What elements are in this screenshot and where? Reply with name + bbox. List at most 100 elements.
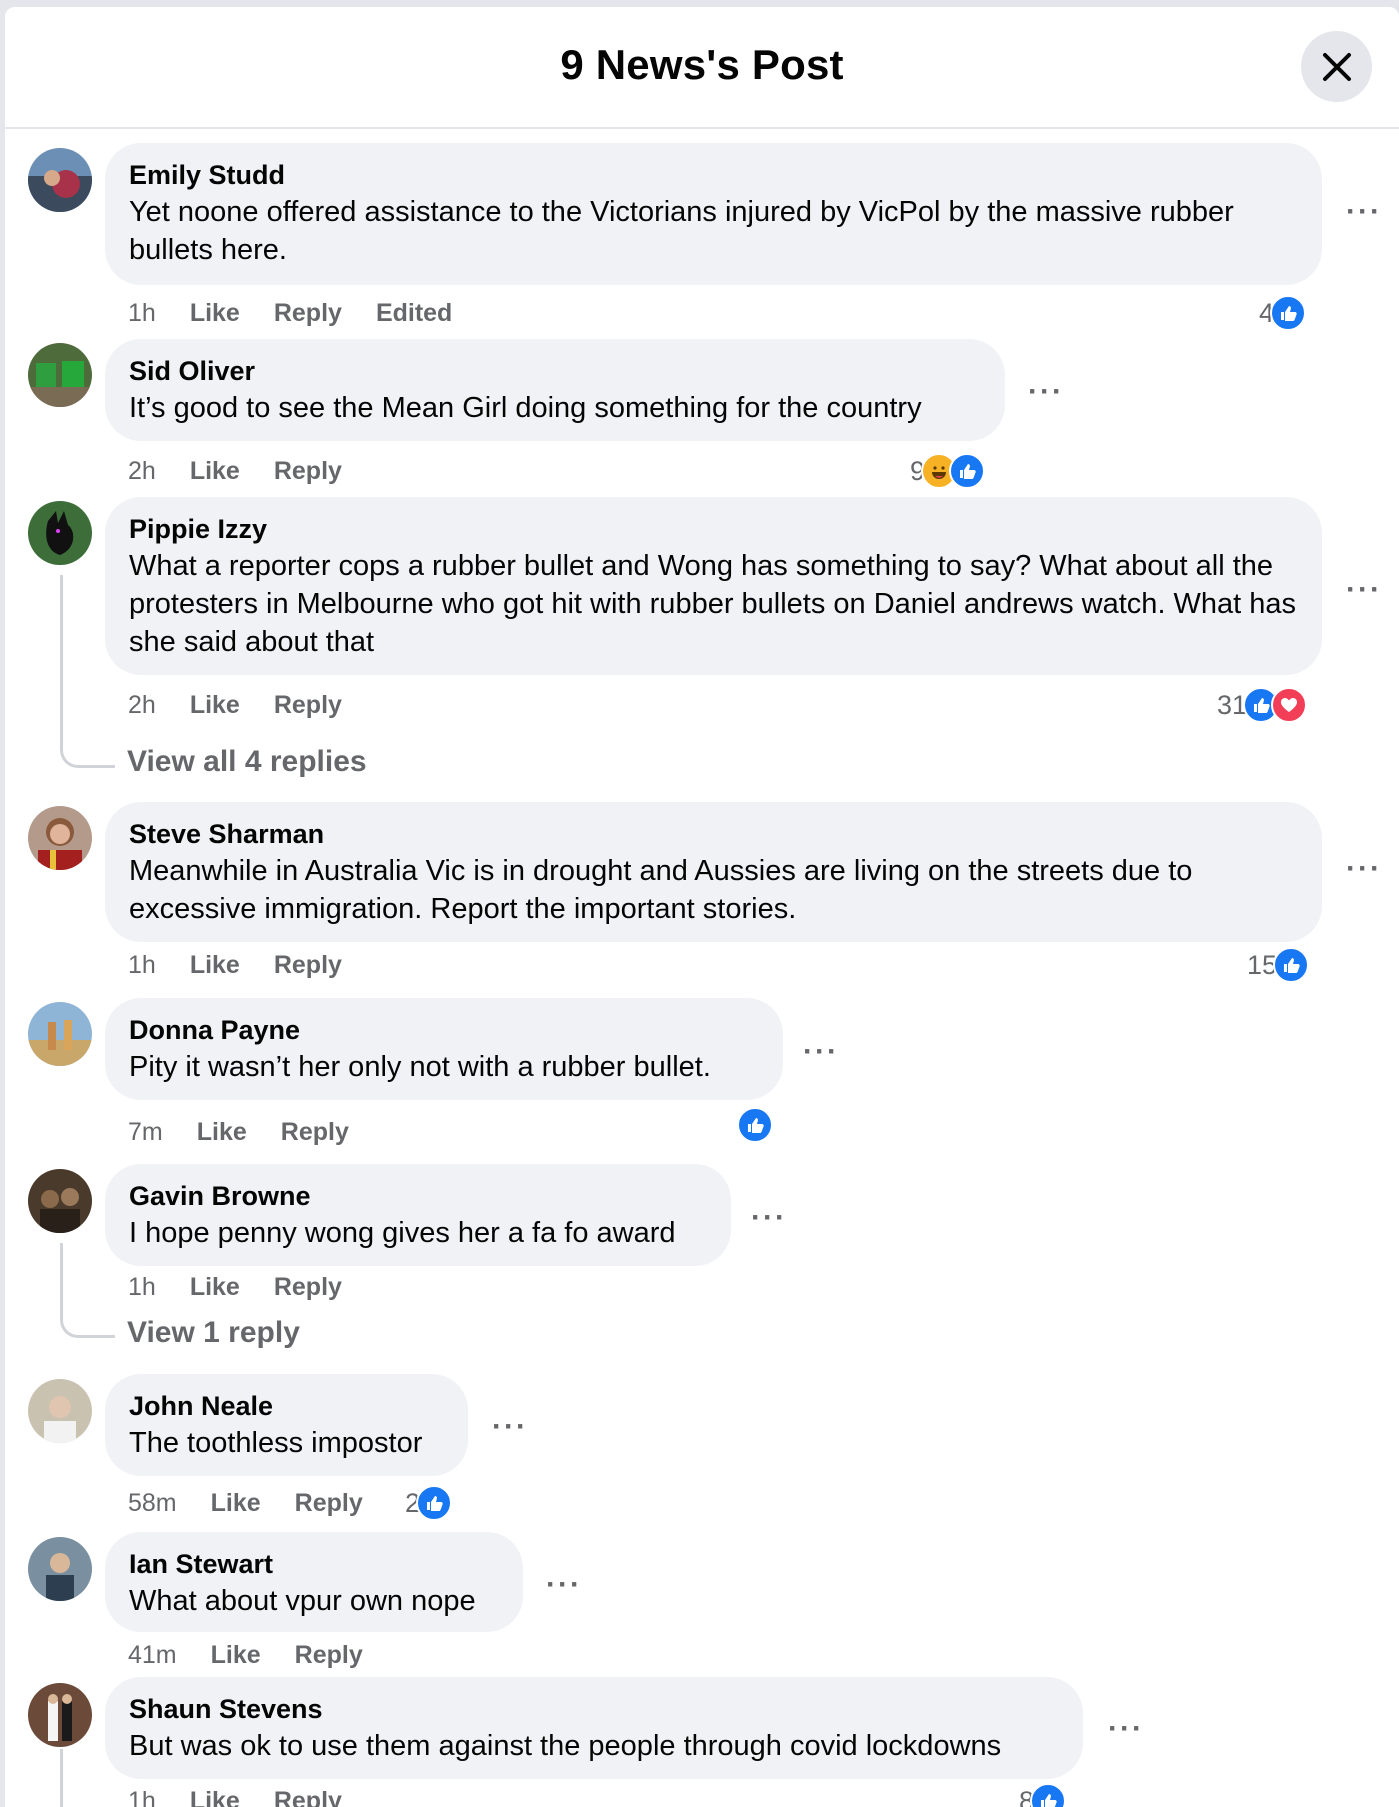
comment-text: Pity it wasn’t her only not with a rubbe… <box>129 1048 759 1086</box>
comment-author[interactable]: Shaun Stevens <box>129 1691 1059 1727</box>
comment-text: The toothless impostor <box>129 1424 444 1462</box>
avatar[interactable] <box>28 148 92 212</box>
comment-bubble: Emily Studd Yet noone offered assistance… <box>105 143 1322 285</box>
reply-button[interactable]: Reply <box>274 299 342 328</box>
like-icon <box>1030 1783 1066 1807</box>
avatar[interactable] <box>28 1002 92 1066</box>
view-replies-button[interactable]: View 1 reply <box>127 1316 300 1350</box>
comment-actions: 2h Like Reply <box>128 691 376 720</box>
like-button[interactable]: Like <box>211 1489 261 1518</box>
more-options-button[interactable]: ··· <box>1346 195 1382 229</box>
like-icon <box>949 453 985 489</box>
comment-time[interactable]: 1h <box>128 951 156 980</box>
more-options-button[interactable]: ··· <box>1346 852 1382 886</box>
comment-bubble: Steve Sharman Meanwhile in Australia Vic… <box>105 802 1322 942</box>
reply-button[interactable]: Reply <box>274 457 342 486</box>
reply-button[interactable]: Reply <box>295 1641 363 1670</box>
like-button[interactable]: Like <box>190 691 240 720</box>
more-options-button[interactable]: ··· <box>546 1568 582 1602</box>
more-options-button[interactable]: ··· <box>803 1035 839 1069</box>
comment-time[interactable]: 2h <box>128 457 156 486</box>
more-options-button[interactable]: ··· <box>1028 375 1064 409</box>
reply-button[interactable]: Reply <box>274 951 342 980</box>
like-button[interactable]: Like <box>197 1118 247 1147</box>
reaction-summary[interactable]: 8 <box>1019 1783 1066 1807</box>
comment-author[interactable]: John Neale <box>129 1388 444 1424</box>
comment-actions: 1h Like Reply <box>128 1787 376 1807</box>
reaction-summary[interactable] <box>741 1107 773 1143</box>
comment-text: But was ok to use them against the peopl… <box>129 1727 1059 1765</box>
like-button[interactable]: Like <box>190 1273 240 1302</box>
more-options-button[interactable]: ··· <box>751 1201 787 1235</box>
comment-bubble: John Neale The toothless impostor <box>105 1374 468 1476</box>
comment-text: Meanwhile in Australia Vic is in drought… <box>129 852 1298 928</box>
comment-time[interactable]: 58m <box>128 1489 177 1518</box>
comment-bubble: Gavin Browne I hope penny wong gives her… <box>105 1164 731 1266</box>
love-icon <box>1271 687 1307 723</box>
comment-text: It’s good to see the Mean Girl doing som… <box>129 389 981 427</box>
comment-time[interactable]: 2h <box>128 691 156 720</box>
comment-bubble: Pippie Izzy What a reporter cops a rubbe… <box>105 497 1322 675</box>
avatar[interactable] <box>28 1537 92 1601</box>
comment-time[interactable]: 1h <box>128 1787 156 1807</box>
comment-bubble: Donna Payne Pity it wasn’t her only not … <box>105 998 783 1100</box>
reply-button[interactable]: Reply <box>295 1489 363 1518</box>
comment-time[interactable]: 1h <box>128 1273 156 1302</box>
more-options-button[interactable]: ··· <box>1346 573 1382 607</box>
reaction-summary[interactable]: 9 <box>910 453 985 489</box>
reaction-summary[interactable]: 2 <box>405 1485 452 1521</box>
thread-line <box>60 1749 115 1807</box>
comment-actions: 1h Like Reply <box>128 951 376 980</box>
reaction-summary[interactable]: 31 <box>1217 687 1307 723</box>
reply-button[interactable]: Reply <box>281 1118 349 1147</box>
reply-button[interactable]: Reply <box>274 1273 342 1302</box>
edited-label: Edited <box>376 299 452 328</box>
comment-text: What a reporter cops a rubber bullet and… <box>129 547 1298 661</box>
avatar[interactable] <box>28 1379 92 1443</box>
comment-author[interactable]: Sid Oliver <box>129 353 981 389</box>
view-replies-button[interactable]: View all 4 replies <box>127 745 367 779</box>
comment-time[interactable]: 1h <box>128 299 156 328</box>
comment-actions: 58m Like Reply <box>128 1489 397 1518</box>
comment-actions: 41m Like Reply <box>128 1641 397 1670</box>
comment-bubble: Shaun Stevens But was ok to use them aga… <box>105 1677 1083 1779</box>
avatar[interactable] <box>28 1683 92 1747</box>
close-icon <box>1322 52 1352 82</box>
comment-author[interactable]: Steve Sharman <box>129 816 1298 852</box>
more-options-button[interactable]: ··· <box>492 1410 528 1444</box>
avatar[interactable] <box>28 1169 92 1233</box>
modal-header: 9 News's Post <box>5 7 1399 129</box>
comment-text: I hope penny wong gives her a fa fo awar… <box>129 1214 707 1252</box>
comment-author[interactable]: Ian Stewart <box>129 1546 499 1582</box>
avatar[interactable] <box>28 806 92 870</box>
reaction-summary[interactable]: 4 <box>1259 295 1306 331</box>
avatar[interactable] <box>28 501 92 565</box>
comment-actions: 1h Like Reply Edited <box>128 299 486 328</box>
like-button[interactable]: Like <box>211 1641 261 1670</box>
comment-actions: 2h Like Reply <box>128 457 376 486</box>
reaction-summary[interactable]: 15 <box>1247 947 1309 983</box>
like-button[interactable]: Like <box>190 951 240 980</box>
more-options-button[interactable]: ··· <box>1108 1712 1144 1746</box>
like-button[interactable]: Like <box>190 299 240 328</box>
comment-author[interactable]: Pippie Izzy <box>129 511 1298 547</box>
page-title: 9 News's Post <box>5 41 1399 89</box>
reply-button[interactable]: Reply <box>274 691 342 720</box>
comment-text: What about vpur own nope <box>129 1582 499 1620</box>
thread-line <box>60 1243 115 1338</box>
like-button[interactable]: Like <box>190 1787 240 1807</box>
thread-line <box>60 575 115 768</box>
post-modal: 9 News's Post Emily Studd Yet noone offe… <box>5 7 1399 1807</box>
comment-author[interactable]: Gavin Browne <box>129 1178 707 1214</box>
comment-time[interactable]: 7m <box>128 1118 163 1147</box>
comment-time[interactable]: 41m <box>128 1641 177 1670</box>
comment-author[interactable]: Donna Payne <box>129 1012 759 1048</box>
like-icon <box>1273 947 1309 983</box>
reply-button[interactable]: Reply <box>274 1787 342 1807</box>
close-button[interactable] <box>1301 31 1372 102</box>
comment-author[interactable]: Emily Studd <box>129 157 1298 193</box>
like-button[interactable]: Like <box>190 457 240 486</box>
avatar[interactable] <box>28 343 92 407</box>
comment-text: Yet noone offered assistance to the Vict… <box>129 193 1298 269</box>
comment-bubble: Sid Oliver It’s good to see the Mean Gir… <box>105 339 1005 441</box>
